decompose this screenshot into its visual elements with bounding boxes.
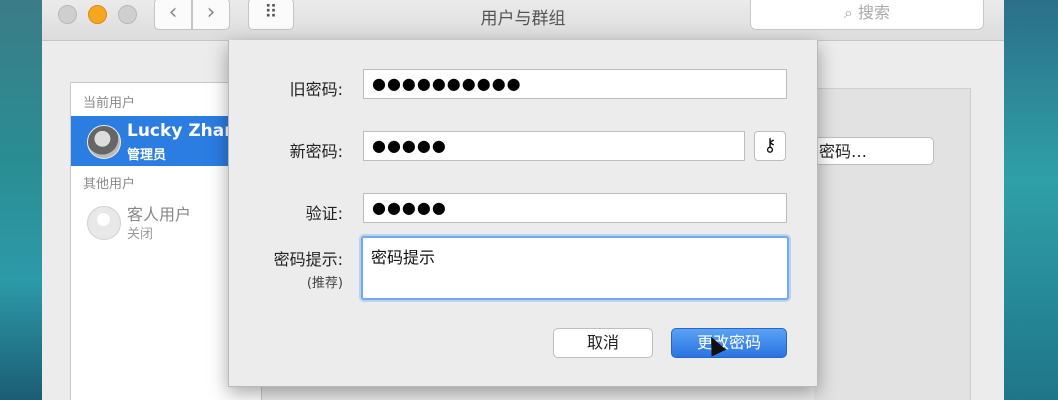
avatar [87,125,121,159]
hint-recommended-label: (推荐) [306,276,343,291]
password-hint-field[interactable]: 密码提示 [361,236,789,300]
desktop-wallpaper-left [0,0,42,400]
title-bar: ‹ › ⠿ 用户与群组 ⌕ 搜索 [42,0,1004,41]
user-detail-pane [814,88,971,400]
users-groups-window: ‹ › ⠿ 用户与群组 ⌕ 搜索 当前用户 Lucky Zhan 管理员 其他用… [42,0,1004,400]
new-password-label: 新密码: [289,142,343,161]
current-users-header: 当前用户 [83,96,136,111]
cancel-button[interactable]: 取消 [553,328,653,358]
other-users-header: 其他用户 [83,177,136,192]
old-password-label: 旧密码: [289,80,343,99]
password-assistant-key-icon[interactable]: ⚷ [754,131,786,161]
guest-name: 客人用户 [127,205,192,224]
verify-label: 验证: [305,204,343,223]
change-password-sheet: 旧密码: ●●●●●●●●●● 新密码: ●●●●● ⚷ 验证: ●●●●● 密… [228,40,818,387]
user-name: Lucky Zhan [127,121,237,141]
change-password-confirm-button[interactable]: 更改密码 [671,328,787,358]
desktop-wallpaper-right [1004,0,1058,400]
search-placeholder: 搜索 [858,3,891,22]
change-password-button[interactable]: 密码… [808,137,934,165]
guest-avatar-icon [87,206,121,240]
user-role: 管理员 [127,148,167,163]
search-icon: ⌕ [843,3,859,22]
verify-password-field[interactable]: ●●●●● [363,193,787,223]
new-password-field[interactable]: ●●●●● [363,131,745,161]
hint-label: 密码提示: [273,250,343,269]
search-field[interactable]: ⌕ 搜索 [750,0,984,30]
old-password-field[interactable]: ●●●●●●●●●● [363,69,787,99]
guest-status: 关闭 [127,227,154,242]
